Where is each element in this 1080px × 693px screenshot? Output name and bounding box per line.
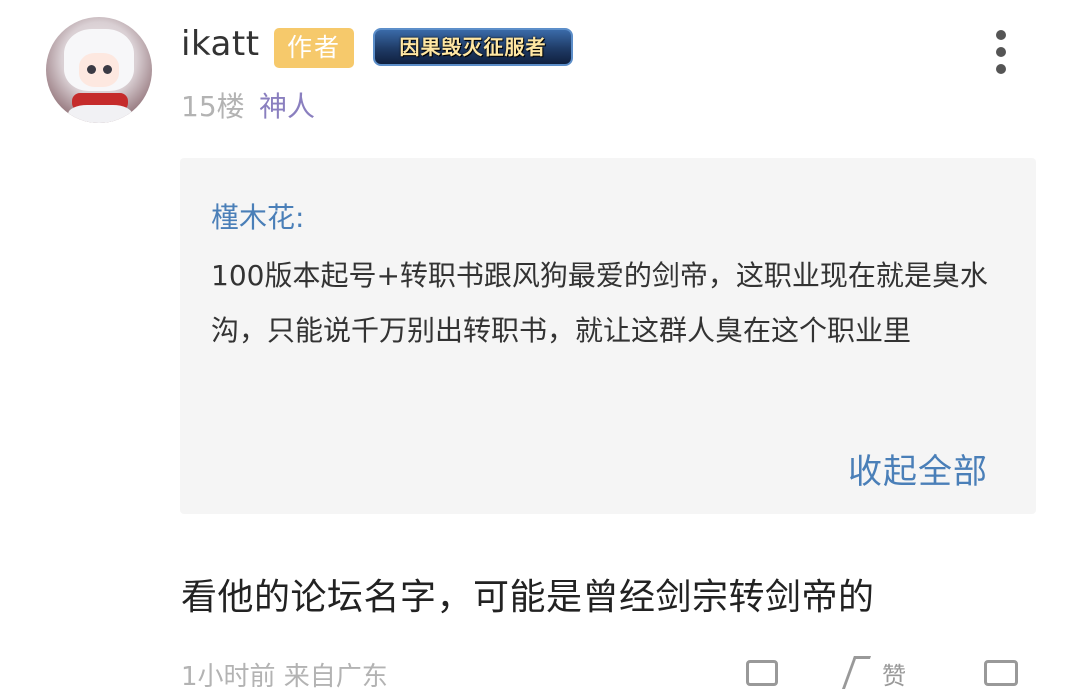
like-button[interactable]: 赞 bbox=[841, 652, 938, 692]
collapse-all-button[interactable]: 收起全部 bbox=[848, 444, 988, 493]
more-dot bbox=[996, 64, 1006, 74]
avatar-body bbox=[68, 105, 132, 123]
quote-text: 100版本起号+转职书跟风狗最爱的剑帝，这职业现在就是臭水沟，只能说千万别出转职… bbox=[211, 259, 988, 347]
share-icon bbox=[984, 660, 1018, 686]
avatar-face bbox=[79, 53, 119, 87]
quote-author[interactable]: 槿木花: bbox=[211, 196, 304, 236]
comment-icon bbox=[746, 660, 778, 686]
share-button[interactable] bbox=[984, 652, 1024, 692]
avatar[interactable] bbox=[46, 17, 152, 123]
more-dot bbox=[996, 30, 1006, 40]
user-level: 神人 bbox=[259, 90, 316, 123]
comment-button[interactable] bbox=[746, 652, 782, 692]
author-badge: 作者 bbox=[274, 28, 354, 68]
reply-text: 看他的论坛名字，可能是曾经剑宗转剑帝的 bbox=[181, 577, 875, 618]
username[interactable]: ikatt bbox=[181, 24, 260, 64]
avatar-eye bbox=[87, 65, 96, 74]
avatar-eye bbox=[103, 65, 112, 74]
more-vertical-icon[interactable] bbox=[992, 28, 1010, 76]
like-label: 赞 bbox=[882, 662, 906, 690]
title-badge: 因果毁灭征服者 bbox=[373, 28, 573, 66]
post-meta: 1小时前 来自广东 bbox=[181, 662, 388, 692]
quoted-comment: 槿木花: 100版本起号+转职书跟风狗最爱的剑帝，这职业现在就是臭水沟，只能说千… bbox=[180, 158, 1036, 514]
floor-number: 15楼 bbox=[181, 90, 245, 123]
more-dot bbox=[996, 47, 1006, 57]
